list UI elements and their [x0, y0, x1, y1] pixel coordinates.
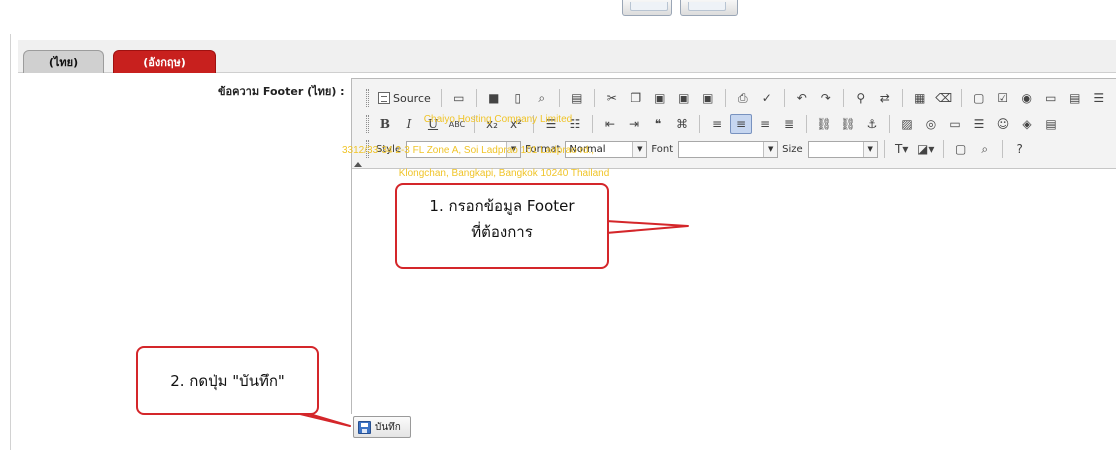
- floppy-disk-icon: [358, 420, 371, 434]
- source-icon: [378, 92, 390, 104]
- remove-format-icon[interactable]: ⌫: [933, 88, 955, 108]
- redo-icon[interactable]: ↷: [815, 88, 837, 108]
- align-center-icon[interactable]: ≡: [730, 114, 752, 134]
- align-justify-icon[interactable]: ≣: [778, 114, 800, 134]
- textarea-icon[interactable]: ▤: [1064, 88, 1086, 108]
- anchor-icon[interactable]: ⚓: [861, 114, 883, 134]
- special-char-icon[interactable]: ◈: [1016, 114, 1038, 134]
- collapse-toolbar-icon[interactable]: [354, 162, 362, 167]
- templates-icon[interactable]: ▤: [566, 88, 588, 108]
- radio-icon[interactable]: ◉: [1016, 88, 1038, 108]
- save-button-label: บันทึก: [375, 421, 401, 433]
- find-icon[interactable]: ⚲: [850, 88, 872, 108]
- cut-icon[interactable]: ✂: [601, 88, 623, 108]
- save-icon[interactable]: ■: [483, 88, 505, 108]
- font-select[interactable]: ▼: [678, 140, 779, 158]
- image-icon[interactable]: ▨: [896, 114, 918, 134]
- outdent-icon[interactable]: ⇤: [599, 114, 621, 134]
- top-button-left[interactable]: [622, 0, 672, 16]
- callout-2-text: 2. กดปุ่ม "บันทึก": [170, 371, 285, 390]
- tab-english[interactable]: (อังกฤษ): [113, 50, 216, 73]
- select-field-icon[interactable]: ☰: [1088, 88, 1110, 108]
- spellcheck-icon[interactable]: ✓: [756, 88, 778, 108]
- new-page-icon[interactable]: ▯: [507, 88, 529, 108]
- size-dropdown-icon[interactable]: ▼: [862, 141, 877, 157]
- footer-line-2: 3312/33-34 2-3 FL Zone A, Soi Ladprao 10…: [342, 145, 595, 156]
- text-color-icon[interactable]: T▾: [891, 139, 913, 159]
- paste-icon[interactable]: ▣: [649, 88, 671, 108]
- source-button[interactable]: Source: [374, 88, 435, 108]
- div-container-icon[interactable]: ⌘: [671, 114, 693, 134]
- footer-field-label: ข้อความ Footer (ไทย) :: [218, 85, 345, 98]
- flash-icon[interactable]: ◎: [920, 114, 942, 134]
- callout-1-line-1: 1. กรอกข้อมูล Footer: [429, 197, 575, 215]
- copy-icon[interactable]: ❐: [625, 88, 647, 108]
- table-icon[interactable]: ▭: [944, 114, 966, 134]
- maximize-icon[interactable]: ▢: [950, 139, 972, 159]
- checkbox-icon[interactable]: ☑: [992, 88, 1014, 108]
- paste-text-icon[interactable]: ▣: [673, 88, 695, 108]
- show-blocks-icon[interactable]: ⌕: [974, 139, 996, 159]
- save-button[interactable]: บันทึก: [353, 416, 411, 438]
- smiley-icon[interactable]: ☺: [992, 114, 1014, 134]
- toolbar-row-1: Source ▭ ■ ▯ ⌕ ▤ ✂ ❐ ▣ ▣ ▣ ⎙ ✓ ↶ ↷ ⚲ ⇄ ▦…: [366, 87, 1110, 109]
- language-tab-strip: (ไทย) (อังกฤษ): [18, 40, 1116, 73]
- source-label: Source: [393, 91, 431, 105]
- form-icon[interactable]: ▢: [968, 88, 990, 108]
- preview-icon[interactable]: ⌕: [531, 88, 553, 108]
- tab-thai[interactable]: (ไทย): [23, 50, 104, 73]
- page-break-icon[interactable]: ▤: [1040, 114, 1062, 134]
- footer-line-1: Chaiyo Hosting Company Limited: [423, 114, 573, 125]
- blockquote-icon[interactable]: ❝: [647, 114, 669, 134]
- undo-icon[interactable]: ↶: [791, 88, 813, 108]
- unlink-icon[interactable]: ⛓: [837, 114, 859, 134]
- instruction-callout-1: 1. กรอกข้อมูล Footer ที่ต้องการ: [395, 183, 609, 269]
- print-icon[interactable]: ⎙: [732, 88, 754, 108]
- size-label: Size: [782, 143, 803, 155]
- left-divider: [10, 34, 11, 450]
- paste-word-icon[interactable]: ▣: [697, 88, 719, 108]
- instruction-callout-2: 2. กดปุ่ม "บันทึก": [136, 346, 319, 415]
- link-icon[interactable]: ⛓: [813, 114, 835, 134]
- textfield-icon[interactable]: ▭: [1040, 88, 1062, 108]
- about-icon[interactable]: ?: [1009, 139, 1031, 159]
- horizontal-rule-icon[interactable]: ☰: [968, 114, 990, 134]
- preview-disabled-icon[interactable]: ▭: [448, 88, 470, 108]
- background-color-icon[interactable]: ◪▾: [915, 139, 937, 159]
- align-left-icon[interactable]: ≡: [706, 114, 728, 134]
- footer-line-3: Klongchan, Bangkapi, Bangkok 10240 Thail…: [398, 168, 610, 179]
- page: (ไทย) (อังกฤษ) ข้อความ Footer (ไทย) : So…: [0, 0, 1116, 450]
- indent-icon[interactable]: ⇥: [623, 114, 645, 134]
- bold-icon[interactable]: B: [374, 114, 396, 134]
- select-all-icon[interactable]: ▦: [909, 88, 931, 108]
- font-dropdown-icon[interactable]: ▼: [763, 141, 778, 157]
- align-right-icon[interactable]: ≡: [754, 114, 776, 134]
- callout-1-line-2: ที่ต้องการ: [471, 223, 533, 241]
- top-button-right[interactable]: [680, 0, 738, 16]
- size-select[interactable]: ▼: [807, 140, 878, 158]
- replace-icon[interactable]: ⇄: [874, 88, 896, 108]
